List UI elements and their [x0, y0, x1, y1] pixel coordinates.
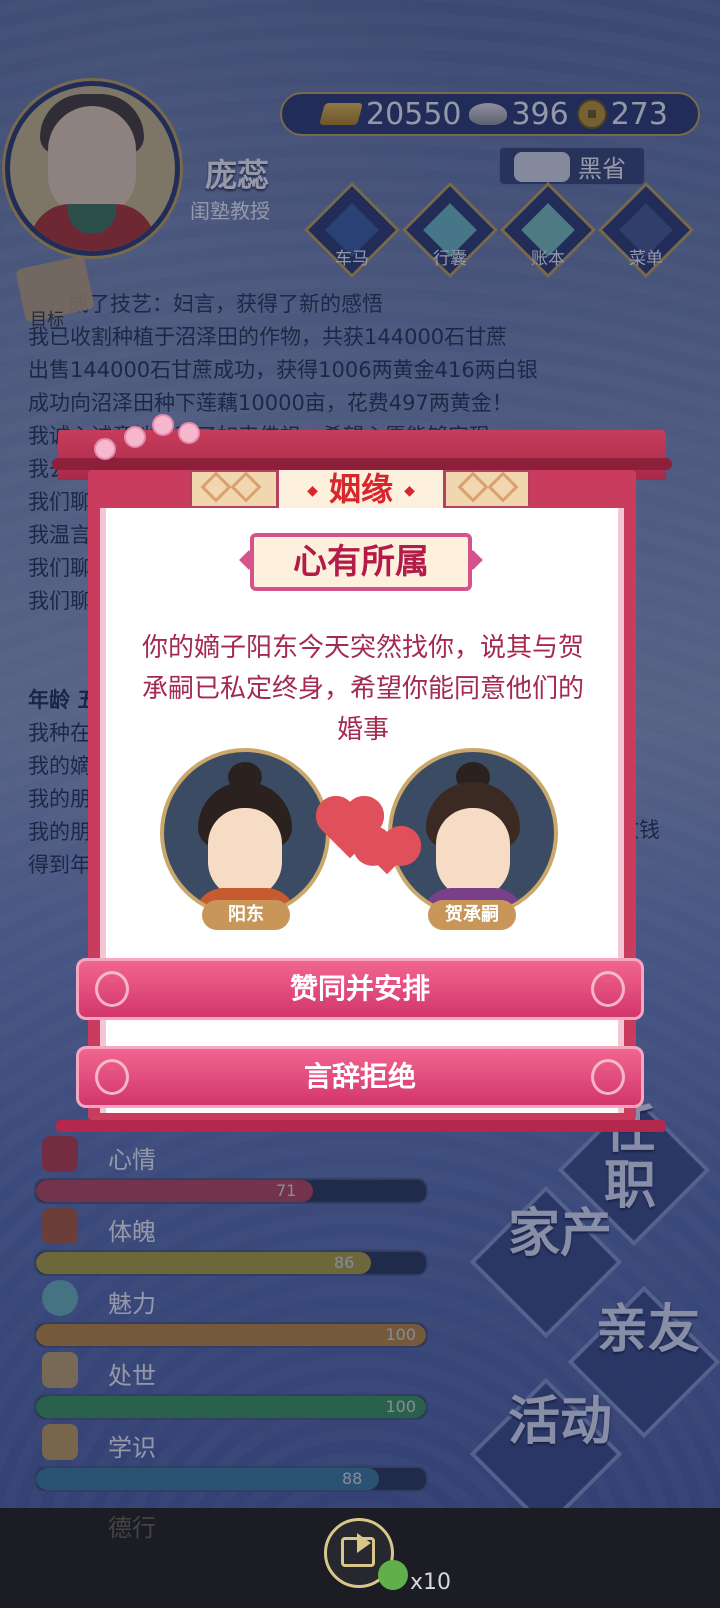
- ornament-icon: [591, 1059, 625, 1095]
- gourd-icon: [378, 1560, 408, 1590]
- share-arrow-icon: [357, 1533, 371, 1553]
- ornament-icon: [95, 1059, 129, 1095]
- stat-label-virtue: 德行: [108, 1514, 156, 1542]
- name-tag-partner: 贺承嗣: [428, 900, 516, 930]
- approve-button[interactable]: 赞同并安排: [76, 958, 644, 1020]
- reward-multiplier: x10: [410, 1570, 452, 1595]
- reject-button[interactable]: 言辞拒绝: [76, 1046, 644, 1108]
- dialog-subtitle: 心有所属: [250, 533, 472, 591]
- name-tag-son: 阳东: [202, 900, 290, 930]
- cherry-blossom-decoration: [90, 408, 200, 468]
- dialog-header: ◆ 姻缘 ◆: [276, 470, 446, 508]
- modal-base: [56, 1120, 666, 1132]
- ornament-icon: [95, 971, 129, 1007]
- portrait-son: [164, 752, 326, 914]
- dialog-message: 你的嫡子阳东今天突然找你，说其与贺承嗣已私定终身，希望你能同意他们的婚事: [141, 633, 584, 745]
- ornament-icon: [591, 971, 625, 1007]
